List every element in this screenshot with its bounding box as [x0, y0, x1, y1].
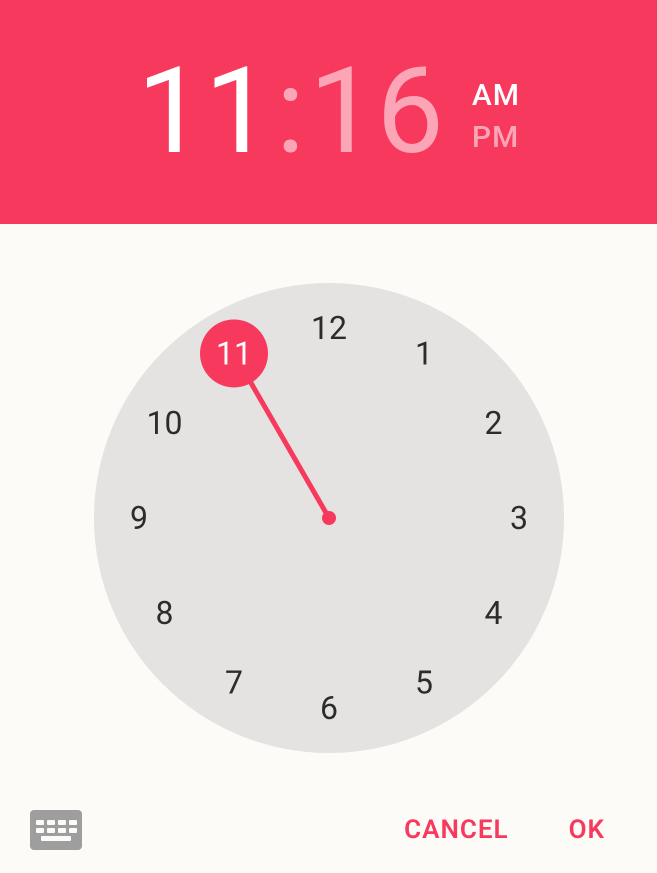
ampm-toggle: AM PM [472, 75, 520, 159]
clock-area: 121234567891011 [0, 224, 657, 787]
clock-hour-4[interactable]: 4 [484, 594, 502, 632]
clock-hour-8[interactable]: 8 [155, 594, 173, 632]
dialog-footer: CANCEL OK [0, 787, 657, 873]
keyboard-input-button[interactable] [30, 810, 82, 850]
analog-clock[interactable]: 121234567891011 [89, 278, 569, 758]
pm-option[interactable]: PM [472, 117, 520, 159]
clock-hour-3[interactable]: 3 [510, 499, 528, 537]
clock-hour-11[interactable]: 11 [216, 334, 252, 372]
ok-button[interactable]: OK [547, 805, 627, 855]
clock-hour-9[interactable]: 9 [130, 499, 148, 537]
clock-hour-2[interactable]: 2 [484, 404, 502, 442]
clock-hour-12[interactable]: 12 [311, 309, 347, 347]
am-option[interactable]: AM [472, 75, 520, 117]
clock-hour-5[interactable]: 5 [415, 663, 433, 701]
keyboard-icon [36, 820, 77, 841]
time-display: 11 : 16 AM PM [137, 52, 520, 172]
cancel-button[interactable]: CANCEL [382, 805, 530, 855]
clock-hour-7[interactable]: 7 [225, 663, 243, 701]
time-colon: : [276, 52, 305, 172]
hours-value[interactable]: 11 [137, 52, 272, 172]
clock-hour-10[interactable]: 10 [146, 404, 182, 442]
clock-hour-1[interactable]: 1 [415, 334, 433, 372]
minutes-value[interactable]: 16 [309, 52, 444, 172]
time-picker-header: 11 : 16 AM PM [0, 0, 657, 224]
clock-hour-6[interactable]: 6 [320, 689, 338, 727]
